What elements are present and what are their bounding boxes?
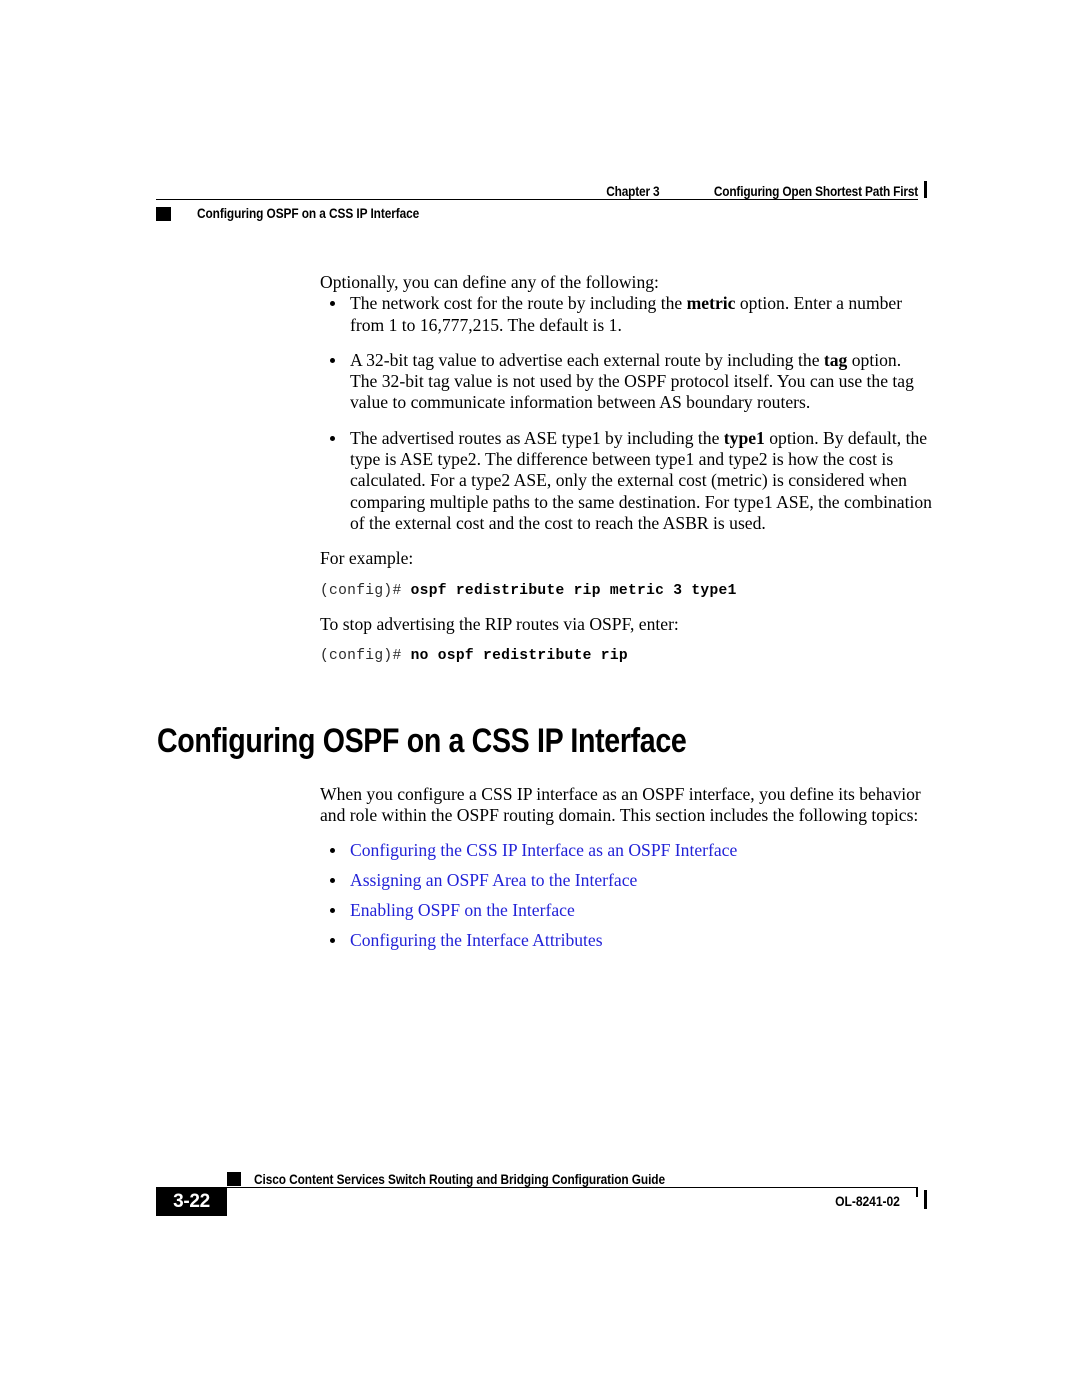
cli-prompt: (config)#	[320, 647, 411, 664]
list-item: Configuring the Interface Attributes	[320, 930, 932, 951]
footer-guide-title: Cisco Content Services Switch Routing an…	[254, 1171, 665, 1187]
change-bar-footer-icon	[924, 1190, 927, 1209]
header-bottom-row: Configuring OSPF on a CSS IP Interface	[156, 203, 918, 225]
bullet-text-bold: type1	[723, 427, 765, 448]
bullet-dot-icon	[330, 908, 335, 914]
document-number: OL-8241-02	[835, 1194, 900, 1209]
link-configuring-interface-attributes[interactable]: Configuring the Interface Attributes	[350, 930, 603, 950]
bullet-text-pre: The advertised routes as ASE type1 by in…	[350, 427, 724, 448]
bullet-text-bold: metric	[686, 293, 736, 314]
header-top-row: Chapter 3 Configuring Open Shortest Path…	[156, 178, 918, 199]
list-item: The advertised routes as ASE type1 by in…	[320, 428, 932, 534]
list-item: Configuring the CSS IP Interface as an O…	[320, 840, 932, 861]
option-bullet-list: The network cost for the route by includ…	[320, 293, 932, 534]
link-enabling-ospf-on-interface[interactable]: Enabling OSPF on the Interface	[350, 900, 575, 920]
header-chapter-label: Chapter 3	[606, 183, 660, 199]
for-example-label: For example:	[320, 548, 414, 569]
link-assigning-ospf-area-to-interface[interactable]: Assigning an OSPF Area to the Interface	[350, 870, 637, 890]
page-footer: Cisco Content Services Switch Routing an…	[156, 1166, 918, 1216]
change-bar-header-icon	[924, 181, 927, 198]
link-configuring-css-ip-interface-as-ospf-interface[interactable]: Configuring the CSS IP Interface as an O…	[350, 840, 737, 860]
cli-command: no ospf redistribute rip	[410, 647, 628, 664]
bullet-text-pre: The network cost for the route by includ…	[350, 293, 687, 314]
section-intro-paragraph: When you configure a CSS IP interface as…	[320, 784, 921, 826]
square-bullet-icon	[227, 1172, 241, 1186]
intro-paragraph: Optionally, you can define any of the fo…	[320, 272, 659, 292]
list-item: The network cost for the route by includ…	[320, 293, 932, 336]
bullet-dot-icon	[330, 357, 335, 363]
page-title: Configuring OSPF on a CSS IP Interface	[157, 722, 687, 760]
cli-command: ospf redistribute rip metric 3 type1	[410, 582, 737, 599]
footer-bottom-row: 3-22 OL-8241-02	[156, 1188, 918, 1216]
footer-top-row: Cisco Content Services Switch Routing an…	[156, 1166, 918, 1187]
header-divider-rule	[156, 199, 918, 200]
section-body: When you configure a CSS IP interface as…	[320, 784, 932, 961]
bullet-text-bold: tag	[823, 349, 848, 370]
page-header: Chapter 3 Configuring Open Shortest Path…	[156, 178, 918, 225]
stop-advertising-label: To stop advertising the RIP routes via O…	[320, 613, 679, 634]
header-chapter-title: Configuring Open Shortest Path First	[713, 183, 918, 199]
square-bullet-icon	[156, 207, 171, 221]
list-item: A 32-bit tag value to advertise each ext…	[320, 350, 932, 414]
topic-link-list: Configuring the CSS IP Interface as an O…	[320, 840, 932, 952]
page-number: 3-22	[156, 1188, 227, 1216]
list-item: Assigning an OSPF Area to the Interface	[320, 870, 932, 891]
list-item: Enabling OSPF on the Interface	[320, 900, 932, 921]
header-section-title: Configuring OSPF on a CSS IP Interface	[197, 206, 420, 222]
bullet-dot-icon	[330, 847, 335, 853]
bullet-text-pre: A 32-bit tag value to advertise each ext…	[350, 349, 824, 370]
main-content: Optionally, you can define any of the fo…	[320, 272, 932, 665]
cli-prompt: (config)#	[320, 582, 411, 599]
bullet-dot-icon	[330, 435, 335, 441]
bullet-dot-icon	[330, 938, 335, 944]
bullet-dot-icon	[330, 877, 335, 883]
cli-example-line-2: (config)# no ospf redistribute rip	[320, 647, 932, 665]
bullet-dot-icon	[330, 301, 335, 307]
cli-example-line-1: (config)# ospf redistribute rip metric 3…	[320, 582, 932, 600]
